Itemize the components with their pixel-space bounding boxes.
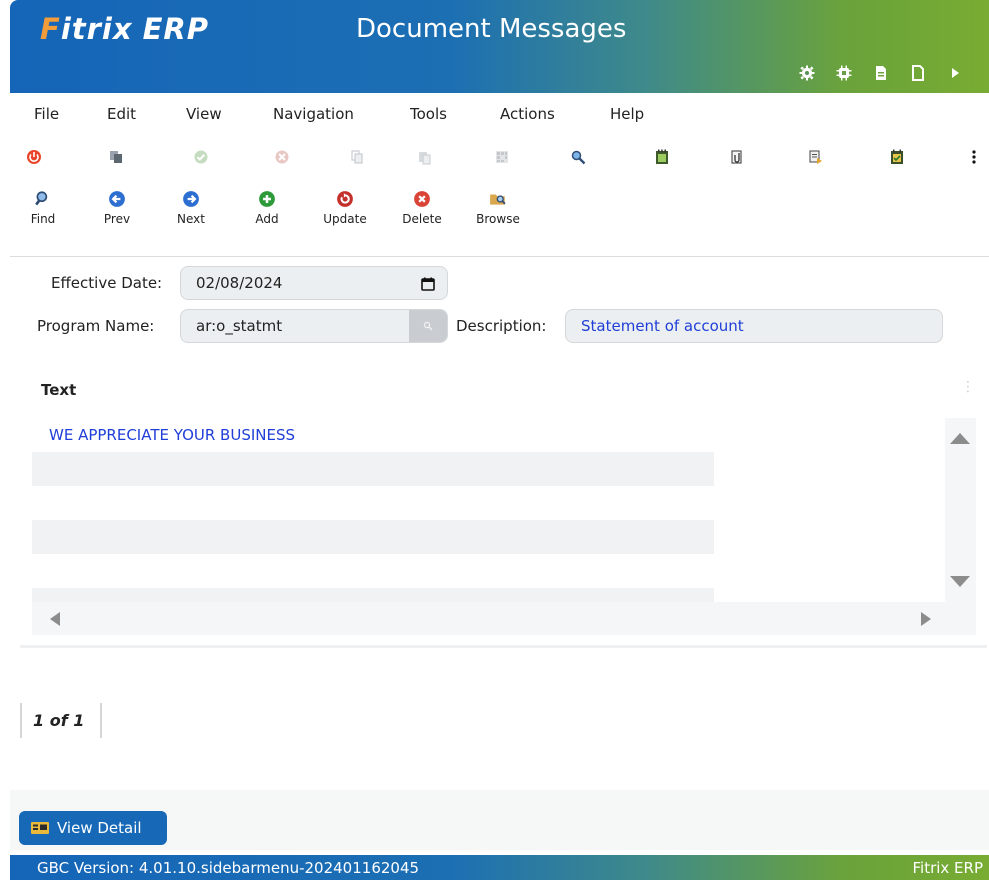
grid-options-icon[interactable]: ⋮ xyxy=(961,380,975,394)
program-name-label: Program Name: xyxy=(37,317,155,335)
gear-icon[interactable] xyxy=(788,60,825,86)
search-icon xyxy=(423,321,433,331)
zoom-icon[interactable] xyxy=(566,145,590,169)
record-pager: 1 of 1 xyxy=(20,703,102,738)
find-icon xyxy=(35,191,48,206)
menu-tools[interactable]: Tools xyxy=(410,105,447,123)
cancel-icon[interactable] xyxy=(270,145,294,169)
delete-button[interactable]: Delete xyxy=(394,190,450,226)
program-lookup-button[interactable] xyxy=(409,310,447,342)
text-grid: WE APPRECIATE YOUR BUSINESS xyxy=(32,418,714,604)
action-toolbar: Find Prev Next Add Update Delete Browse xyxy=(0,190,600,250)
accept-icon[interactable] xyxy=(189,145,213,169)
menu-navigation[interactable]: Navigation xyxy=(273,105,354,123)
fitrix-logo: Fitrix ERP xyxy=(40,12,209,46)
delete-icon xyxy=(414,191,430,207)
effective-date-label: Effective Date: xyxy=(51,274,163,292)
grid-icon[interactable] xyxy=(490,145,514,169)
text-grid-title: Text xyxy=(41,381,77,399)
notes-icon[interactable] xyxy=(650,145,674,169)
program-name-field[interactable]: ar:o_statmt xyxy=(180,309,448,343)
table-row[interactable] xyxy=(32,486,714,520)
status-bar: GBC Version: 4.01.10.sidebarmenu-2024011… xyxy=(10,855,989,880)
browse-button[interactable]: Browse xyxy=(470,190,526,226)
table-row[interactable]: WE APPRECIATE YOUR BUSINESS xyxy=(32,418,714,452)
next-button[interactable]: Next xyxy=(163,190,219,226)
icon-toolbar xyxy=(0,145,989,175)
menu-edit[interactable]: Edit xyxy=(107,105,136,123)
add-button[interactable]: Add xyxy=(239,190,295,226)
menu-file[interactable]: File xyxy=(34,105,59,123)
table-row[interactable] xyxy=(32,554,714,588)
scroll-down-icon[interactable] xyxy=(950,576,970,587)
program-name-value: ar:o_statmt xyxy=(196,317,283,335)
power-icon[interactable] xyxy=(22,145,46,169)
refresh-icon xyxy=(337,191,353,207)
effective-date-value: 02/08/2024 xyxy=(196,274,283,292)
table-row[interactable] xyxy=(32,520,714,554)
plus-icon xyxy=(259,191,275,207)
menu-view[interactable]: View xyxy=(186,105,222,123)
menu-help[interactable]: Help xyxy=(610,105,644,123)
table-row[interactable] xyxy=(32,452,714,486)
scroll-right-icon[interactable] xyxy=(921,612,931,626)
description-label: Description: xyxy=(456,317,547,335)
play-icon[interactable] xyxy=(936,60,973,86)
page-title: Document Messages xyxy=(356,14,627,44)
arrow-left-icon xyxy=(109,191,125,207)
record-count: 1 of 1 xyxy=(33,711,85,730)
effective-date-field[interactable]: 02/08/2024 xyxy=(180,266,448,300)
app-header: Fitrix ERP Document Messages xyxy=(10,0,989,93)
brand-text: Fitrix ERP xyxy=(912,858,983,877)
more-icon[interactable] xyxy=(962,145,986,169)
grid-divider xyxy=(20,645,987,648)
document-icon[interactable] xyxy=(862,60,899,86)
report-icon[interactable] xyxy=(804,145,828,169)
menu-actions[interactable]: Actions xyxy=(500,105,555,123)
description-value: Statement of account xyxy=(581,317,744,335)
view-detail-button[interactable]: View Detail xyxy=(19,811,167,845)
version-text: GBC Version: 4.01.10.sidebarmenu-2024011… xyxy=(37,858,420,877)
prev-button[interactable]: Prev xyxy=(89,190,145,226)
calendar-icon[interactable] xyxy=(421,277,435,291)
chip-icon[interactable] xyxy=(825,60,862,86)
scroll-left-icon[interactable] xyxy=(50,612,60,626)
checklist-icon[interactable] xyxy=(885,145,909,169)
new-document-icon[interactable] xyxy=(899,60,936,86)
attach-icon[interactable] xyxy=(725,145,749,169)
description-field[interactable]: Statement of account xyxy=(565,309,943,343)
paste-icon[interactable] xyxy=(412,145,436,169)
scroll-up-icon[interactable] xyxy=(950,433,970,444)
find-button[interactable]: Find xyxy=(15,190,71,226)
vertical-scrollbar[interactable] xyxy=(945,418,976,602)
update-button[interactable]: Update xyxy=(317,190,373,226)
folder-search-icon xyxy=(490,194,506,205)
copy-icon[interactable] xyxy=(104,145,128,169)
toolbar-divider xyxy=(10,256,989,257)
horizontal-scrollbar[interactable] xyxy=(32,602,976,635)
header-icon-bar xyxy=(788,60,973,86)
view-detail-icon xyxy=(31,822,49,834)
duplicate-icon[interactable] xyxy=(345,145,369,169)
arrow-right-icon xyxy=(183,191,199,207)
